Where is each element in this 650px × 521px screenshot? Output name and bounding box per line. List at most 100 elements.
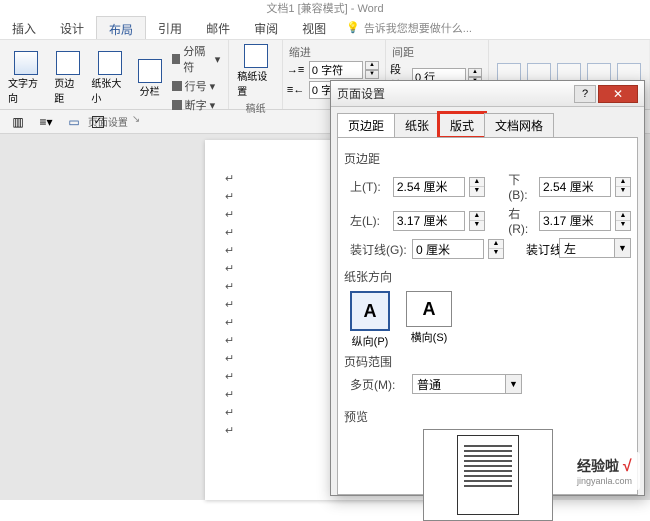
text-direction-label: 文字方向 — [8, 75, 44, 105]
size-icon — [98, 51, 122, 75]
preview-page — [457, 435, 519, 515]
breaks-icon — [172, 54, 181, 64]
line-no-label: 行号 — [185, 78, 207, 94]
bottom-input[interactable] — [539, 177, 611, 197]
right-label: 右(R): — [502, 205, 535, 236]
gutter-input[interactable] — [412, 239, 484, 259]
tab-insert[interactable]: 插入 — [0, 16, 48, 39]
margins-button[interactable]: 页边距 — [50, 49, 85, 107]
dlg-tab-margins[interactable]: 页边距 — [337, 113, 395, 137]
dialog-help-button[interactable]: ? — [574, 85, 596, 103]
watermark: 经验啦 √ jingyanla.com — [569, 452, 640, 490]
columns-icon — [138, 59, 162, 83]
tab-references[interactable]: 引用 — [146, 16, 194, 39]
breaks-button[interactable]: 分隔符 ▾ — [168, 42, 225, 76]
dialog-title: 页面设置 — [337, 85, 574, 102]
page-setup-launcher[interactable]: ↘ — [132, 114, 140, 129]
preview-section: 预览 — [344, 408, 631, 425]
gutter-label: 装订线(G): — [344, 241, 408, 258]
preview-box — [423, 429, 553, 521]
checkbox[interactable]: ✓ — [92, 116, 104, 128]
dialog-tabs: 页边距 纸张 版式 文档网格 — [331, 107, 644, 137]
line-no-icon — [172, 81, 182, 91]
group-paper: 稿纸设置 稿纸 — [229, 40, 283, 109]
breaks-label: 分隔符 — [183, 43, 211, 75]
indent-right-icon: ≡← — [287, 84, 307, 96]
margins-section: 页边距 — [344, 150, 631, 167]
indent-left-up[interactable]: ▲ — [365, 61, 379, 70]
landscape-icon: A — [406, 291, 452, 327]
group-page-setup: 文字方向 页边距 纸张大小 分栏 分隔符 ▾ 行号 ▾ 断字 ▾ 页面设置↘ — [0, 40, 229, 109]
chevron-down-icon[interactable]: ▼ — [505, 375, 521, 393]
watermark-brand: 经验啦 — [577, 458, 619, 474]
multi-label: 多页(M): — [344, 376, 408, 393]
bottom-label: 下(B): — [502, 171, 535, 202]
indent-left-icon: →≡ — [287, 64, 307, 76]
pages-section: 页码范围 — [344, 353, 631, 370]
tell-me-search[interactable]: 💡 告诉我您想要做什么... — [346, 16, 472, 39]
size-label: 纸张大小 — [91, 75, 127, 105]
columns-button[interactable]: 分栏 — [134, 57, 166, 100]
hyphenation-button[interactable]: 断字 ▾ — [168, 96, 225, 114]
indent-header: 缩进 — [287, 42, 381, 60]
dlg-tab-layout[interactable]: 版式 — [439, 113, 485, 137]
show-icon[interactable]: ▭ — [64, 113, 84, 131]
tab-mailings[interactable]: 邮件 — [194, 16, 242, 39]
orient-landscape[interactable]: A 横向(S) — [406, 291, 452, 349]
indent-left-down[interactable]: ▼ — [365, 70, 379, 79]
tab-review[interactable]: 审阅 — [242, 16, 290, 39]
tab-layout[interactable]: 布局 — [96, 16, 146, 39]
text-direction-icon — [14, 51, 38, 75]
gutter-pos-combo[interactable]: 左 ▼ — [559, 238, 631, 258]
page-setup-dialog: 页面设置 ? ✕ 页边距 纸张 版式 文档网格 页边距 上(T): ▲▼ 下(B… — [330, 80, 645, 496]
window-title: 文档1 [兼容模式] - Word — [0, 0, 650, 16]
right-spinner[interactable]: ▲▼ — [615, 211, 631, 231]
dlg-tab-paper[interactable]: 纸张 — [394, 113, 440, 137]
line-numbers-button[interactable]: 行号 ▾ — [168, 77, 225, 95]
check-icon: √ — [623, 458, 632, 475]
margins-icon — [56, 51, 80, 75]
list-icon[interactable]: ≡▾ — [36, 113, 56, 131]
top-input[interactable] — [393, 177, 465, 197]
bulb-icon: 💡 — [346, 21, 360, 34]
multi-value: 普通 — [413, 376, 505, 393]
text-direction-button[interactable]: 文字方向 — [4, 49, 48, 107]
left-spinner[interactable]: ▲▼ — [469, 211, 485, 231]
manuscript-button[interactable]: 稿纸设置 — [233, 42, 278, 100]
right-input[interactable] — [539, 211, 611, 231]
dialog-close-button[interactable]: ✕ — [598, 85, 638, 103]
watermark-url: jingyanla.com — [577, 476, 632, 486]
tab-view[interactable]: 视图 — [290, 16, 338, 39]
landscape-label: 横向(S) — [411, 329, 448, 345]
top-label: 上(T): — [344, 178, 389, 195]
multi-combo[interactable]: 普通 ▼ — [412, 374, 522, 394]
gutter-spinner[interactable]: ▲▼ — [488, 239, 504, 259]
gutter-pos-value: 左 — [560, 240, 614, 257]
hyphen-label: 断字 — [185, 97, 207, 113]
bottom-spinner[interactable]: ▲▼ — [615, 177, 631, 197]
space-before-up[interactable]: ▲ — [468, 68, 482, 77]
left-input[interactable] — [393, 211, 465, 231]
paper-group-label: 稿纸 — [246, 100, 266, 115]
tell-me-label: 告诉我您想要做什么... — [364, 20, 472, 36]
nav-icon[interactable]: ▥ — [8, 113, 28, 131]
manuscript-icon — [244, 44, 268, 68]
orient-section: 纸张方向 — [344, 268, 631, 285]
orient-portrait[interactable]: A 纵向(P) — [350, 291, 390, 349]
portrait-icon: A — [350, 291, 390, 331]
top-spinner[interactable]: ▲▼ — [469, 177, 485, 197]
portrait-label: 纵向(P) — [352, 333, 389, 349]
size-button[interactable]: 纸张大小 — [87, 49, 131, 107]
dialog-titlebar[interactable]: 页面设置 ? ✕ — [331, 81, 644, 107]
tab-design[interactable]: 设计 — [48, 16, 96, 39]
left-label: 左(L): — [344, 212, 389, 229]
columns-label: 分栏 — [140, 83, 160, 98]
dialog-body: 页边距 上(T): ▲▼ 下(B): ▲▼ 左(L): ▲▼ 右(R): ▲▼ … — [337, 137, 638, 495]
dlg-tab-grid[interactable]: 文档网格 — [484, 113, 554, 137]
margins-label: 页边距 — [54, 75, 81, 105]
chevron-down-icon[interactable]: ▼ — [614, 239, 630, 257]
manuscript-label: 稿纸设置 — [237, 68, 274, 98]
hyphen-icon — [172, 100, 182, 110]
spacing-header: 间距 — [390, 42, 484, 60]
indent-left-input[interactable] — [309, 61, 363, 79]
